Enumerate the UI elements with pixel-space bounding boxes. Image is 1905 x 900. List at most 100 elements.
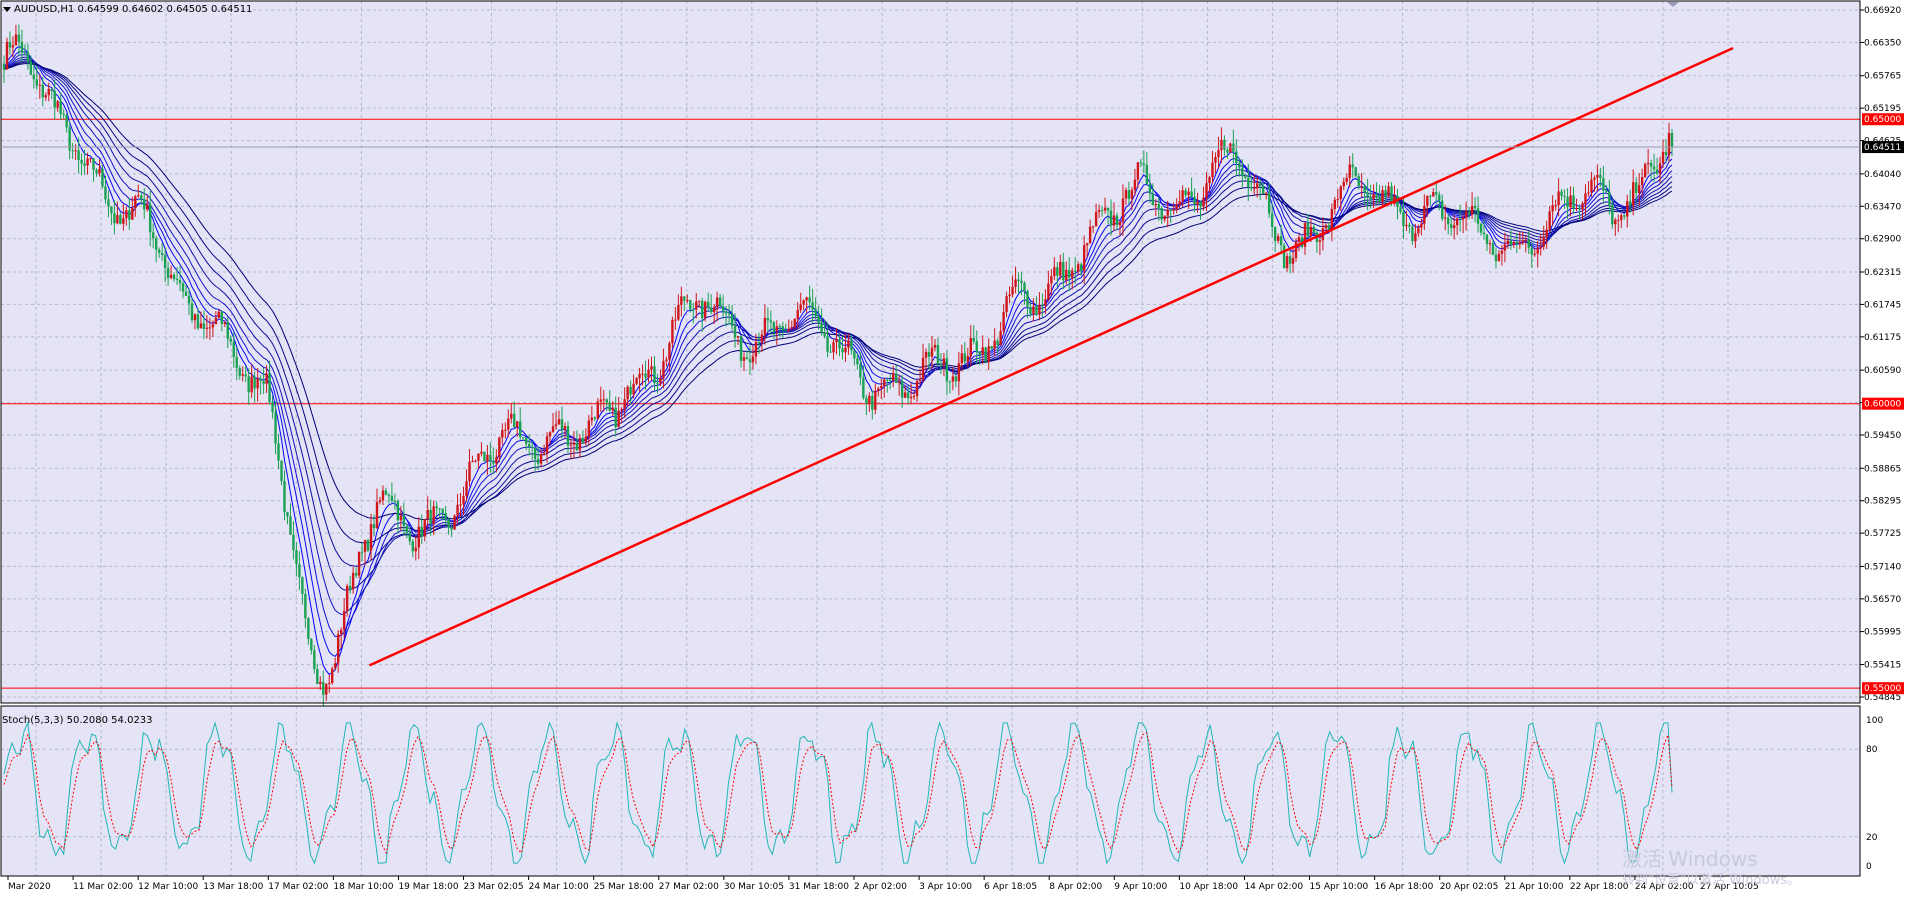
candle-body: [1023, 283, 1026, 291]
price-tick-label: 0.55995: [1864, 628, 1901, 638]
candle-body: [1667, 132, 1671, 156]
candle-body: [1279, 236, 1283, 246]
candle-body: [253, 376, 256, 389]
time-tick-label: 30 Mar 10:05: [724, 882, 784, 892]
candle-body: [671, 319, 674, 344]
candle-body: [701, 300, 704, 319]
candle-body: [74, 150, 77, 152]
candle-body: [1223, 139, 1226, 150]
candle-body: [211, 324, 215, 328]
time-tick-label: 12 Mar 10:00: [138, 882, 198, 892]
candle-body: [1038, 304, 1041, 315]
candle-body: [856, 358, 859, 365]
candle-body: [769, 320, 773, 323]
candle-body: [265, 373, 268, 384]
candle-body: [1587, 192, 1590, 194]
candle-body: [1068, 269, 1071, 278]
candle-body: [378, 500, 382, 503]
candle-body: [1196, 201, 1199, 205]
candle-body: [665, 359, 668, 362]
candle-body: [754, 342, 758, 357]
candle-body: [1190, 191, 1193, 197]
candle-body: [892, 373, 895, 381]
candle-body: [1521, 240, 1525, 243]
candle-body: [1339, 186, 1342, 200]
candle-body: [787, 328, 790, 332]
candle-body: [1208, 177, 1211, 184]
candle-body: [981, 347, 984, 355]
candle-body: [811, 302, 814, 310]
candle-body: [1655, 169, 1659, 174]
candle-body: [709, 307, 713, 313]
candle-body: [1640, 177, 1644, 186]
candle-body: [632, 383, 635, 395]
candle-body: [35, 79, 39, 86]
candle-body: [1455, 218, 1459, 226]
candle-body: [1354, 167, 1357, 177]
candle-body: [897, 381, 901, 383]
candle-body: [1187, 191, 1190, 196]
candle-body: [1467, 211, 1471, 215]
candle-body: [235, 357, 238, 368]
candle-body: [566, 426, 570, 446]
candle-body: [683, 296, 686, 301]
candle-body: [1273, 227, 1277, 241]
price-tick-label: 0.61175: [1864, 333, 1901, 343]
stoch-axis: 100 80 20 0: [1866, 716, 1883, 872]
candle-body: [1461, 217, 1465, 220]
candle-body: [644, 373, 647, 378]
candle-body: [1643, 164, 1647, 178]
candle-body: [569, 444, 573, 446]
symbol-header: AUDUSD,H1 0.64599 0.64602 0.64505 0.6451…: [14, 4, 252, 15]
candle-body: [417, 526, 420, 548]
candle-body: [1581, 203, 1584, 210]
candle-body: [957, 363, 961, 382]
candle-body: [1217, 150, 1220, 158]
candle-body: [492, 460, 495, 464]
candle-body: [659, 377, 662, 384]
candle-body: [1053, 267, 1056, 277]
candle-body: [366, 540, 370, 551]
candle-body: [169, 274, 173, 278]
candle-body: [641, 373, 644, 375]
candle-body: [1056, 267, 1059, 276]
candle-body: [1417, 227, 1420, 234]
chart-canvas[interactable]: 0.669200.663500.657650.651950.646250.640…: [0, 0, 1905, 896]
candle-body: [384, 490, 388, 495]
candle-body: [533, 447, 537, 459]
time-tick-label: 25 Mar 18:00: [594, 882, 654, 892]
candle-body: [1602, 177, 1605, 191]
candle-body: [283, 481, 286, 513]
candle-body: [781, 326, 784, 331]
candle-body: [554, 424, 558, 427]
candle-body: [26, 52, 30, 62]
candle-body: [504, 429, 507, 431]
candle-body: [456, 504, 459, 516]
candle-body: [199, 323, 203, 329]
candle-body: [1184, 190, 1187, 196]
candle-body: [724, 311, 728, 314]
time-tick-label: 22 Apr 18:00: [1570, 882, 1629, 892]
candle-body: [656, 383, 659, 385]
candle-body: [154, 238, 158, 250]
candle-body: [763, 317, 767, 335]
candle-body: [1175, 204, 1178, 209]
candle-body: [1509, 240, 1513, 245]
price-tick-label: 0.59450: [1864, 431, 1901, 441]
candle-body: [65, 114, 68, 128]
candle-body: [1494, 254, 1498, 262]
candle-body: [847, 340, 850, 348]
candle-body: [104, 186, 107, 200]
candle-body: [160, 252, 164, 256]
candle-body: [557, 419, 561, 425]
candle-body: [375, 502, 379, 529]
candle-body: [1497, 253, 1501, 262]
candle-body: [1575, 208, 1578, 210]
candle-body: [853, 350, 856, 359]
candle-body: [140, 195, 143, 199]
mt4-chart-window[interactable]: 0.669200.663500.657650.651950.646250.640…: [0, 0, 1905, 896]
candle-body: [217, 311, 221, 318]
candle-body: [560, 419, 564, 430]
candle-body: [1611, 204, 1614, 225]
candle-body: [1160, 207, 1163, 220]
